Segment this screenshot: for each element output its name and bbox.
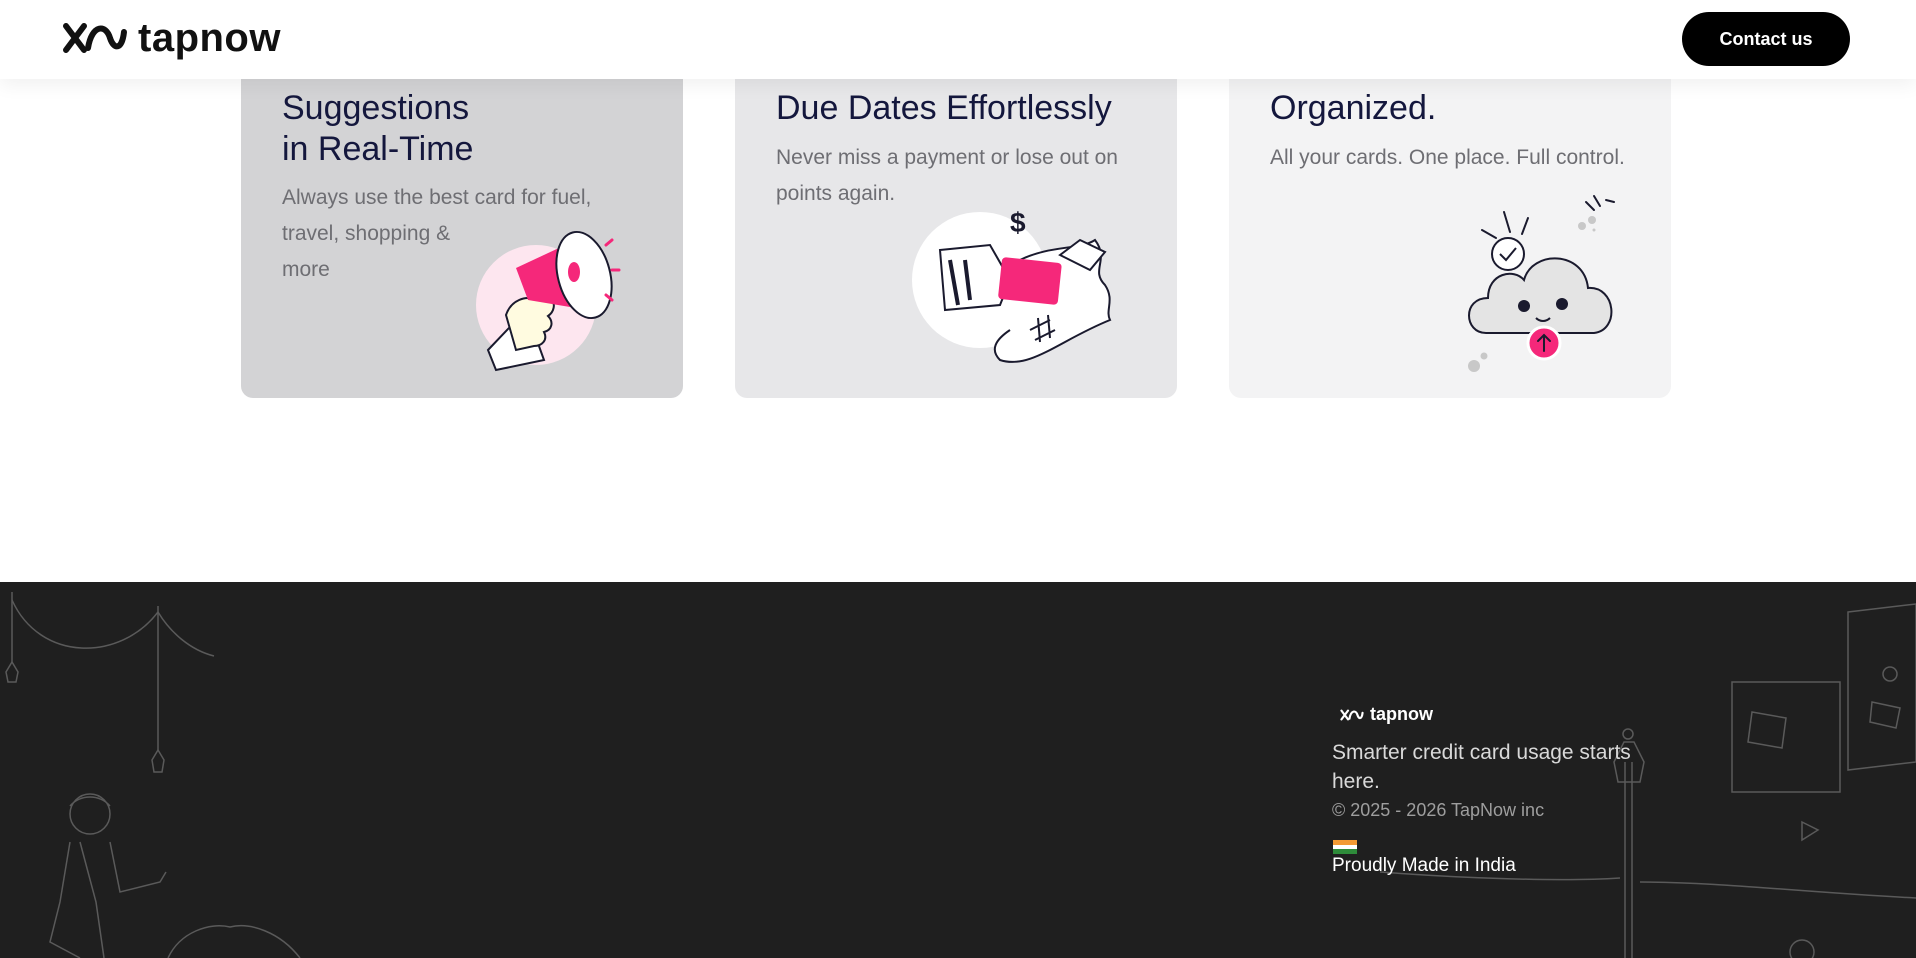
megaphone-icon (476, 230, 621, 372)
brand-name: tapnow (138, 16, 281, 60)
india-flag-icon (1333, 840, 1357, 855)
brand-logo[interactable]: tapnow (62, 18, 281, 58)
svg-text:$: $ (1010, 207, 1026, 238)
card-payment-icon: $ (912, 207, 1112, 363)
site-header: tapnow Contact us (0, 0, 1916, 79)
card-description: All your cards. One place. Full control. (1270, 146, 1625, 169)
tapnow-logo-icon (1340, 709, 1364, 720)
card-title: Due Dates Effortlessly (776, 89, 1112, 127)
feature-card-organized: Organized. All your cards. One place. Fu… (1229, 60, 1671, 398)
card-title: Organized. (1270, 89, 1437, 127)
card-title: Suggestions in Real-Time (282, 89, 474, 168)
made-in-india-text: Proudly Made in India (1332, 855, 1516, 876)
footer-tagline: Smarter credit card usage starts here. (1332, 741, 1631, 793)
cloud-upload-icon (1468, 195, 1615, 372)
footer-brand-name: tapnow (1370, 704, 1433, 724)
site-footer: tapnow Smarter credit card usage starts … (0, 582, 1916, 958)
feature-card-due-dates: Due Dates Effortlessly Never miss a paym… (735, 60, 1177, 398)
footer-brand-logo[interactable]: tapnow (1340, 704, 1433, 725)
contact-us-button[interactable]: Contact us (1682, 12, 1850, 66)
footer-copyright: © 2025 - 2026 TapNow inc (1332, 800, 1545, 820)
feature-card-suggestions: Suggestions in Real-Time Always use the … (241, 60, 683, 398)
tapnow-logo-icon (63, 23, 127, 53)
